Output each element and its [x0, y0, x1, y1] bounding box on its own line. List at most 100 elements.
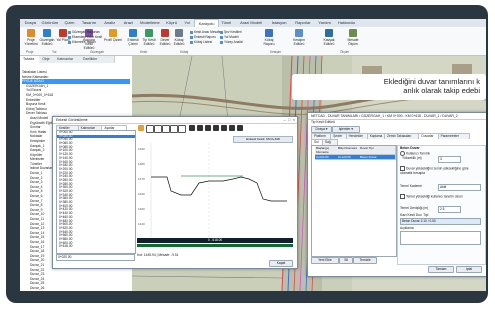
- settings-icon[interactable]: [229, 125, 235, 131]
- grid-header-cell: Bitiş Kilometre: [337, 146, 360, 155]
- menu-item[interactable]: Raporlar: [292, 19, 315, 27]
- window-controls: – □ ×: [284, 117, 295, 123]
- station-item[interactable]: 0+618.00: [57, 245, 135, 249]
- zoom-window-icon[interactable]: [170, 125, 178, 133]
- grid-cell[interactable]: 0+120.00: [337, 155, 360, 160]
- chainage-label: 0 - 618.00: [207, 238, 223, 242]
- wall-definition-window: NETCAD - DUVAR TANIMLARI / GÜZERGAH_1 / …: [307, 112, 486, 277]
- menu-item[interactable]: Tünel: [218, 19, 235, 27]
- ribbon-small-button[interactable]: Kesit Arası Mesafe: [190, 30, 221, 34]
- ribbon-group-label: Kesişim: [270, 50, 282, 54]
- ribbon-button[interactable]: Profil Çizimi: [104, 29, 122, 42]
- ribbon-small-label: Yol Modeli: [224, 35, 239, 39]
- next-icon[interactable]: [213, 125, 219, 131]
- station-list[interactable]: 0+000.00 0+020.00 0+040.00 0+060.00 0+080.00…: [56, 130, 136, 254]
- ribbon-button[interactable]: Kübaj Raporu: [260, 29, 278, 46]
- foundation-step-label: Temel Kademe: [400, 184, 422, 188]
- print-icon[interactable]: [237, 125, 243, 131]
- y-tick-label: 1490: [138, 147, 145, 151]
- description-field[interactable]: [400, 231, 481, 245]
- grid-header-cell: Duvar Tipi: [359, 146, 396, 155]
- ribbon-small-button[interactable]: Eksenlere Göre Kesit: [68, 35, 102, 39]
- menu-item[interactable]: Yol: [181, 19, 193, 27]
- ribbon-small-button[interactable]: Şev Kesitleri: [220, 30, 242, 34]
- wall-bottom-button[interactable]: Yeni Ekle: [311, 257, 339, 264]
- menu-item[interactable]: Görünüm: [40, 19, 61, 27]
- first-icon[interactable]: [189, 125, 195, 131]
- excavation-type-select[interactable]: Beton Duvar 1:10 / 0.50: [400, 218, 481, 225]
- section-plot: 1490 1480 1470 1460 1450 1440: [137, 143, 293, 237]
- refresh-icon[interactable]: [178, 125, 186, 133]
- menu-item[interactable]: Çizim: [61, 19, 78, 27]
- ribbon-button-icon: [59, 29, 67, 37]
- maximize-icon[interactable]: □: [288, 117, 290, 122]
- ribbon-small-button[interactable]: Kilometre Taşları: [68, 40, 96, 44]
- ribbon-button[interactable]: Kavşak Editörü: [320, 29, 338, 46]
- menu-item[interactable]: Arazi Modeli: [236, 19, 267, 27]
- last-icon[interactable]: [221, 125, 227, 131]
- height-field[interactable]: 3: [438, 156, 461, 163]
- foundation-height-checkbox[interactable]: Temel yüksekliği kullanıcı tanımlı olsun: [400, 194, 482, 199]
- wall-bottom-button[interactable]: Sil: [338, 257, 354, 264]
- wall-window-title: NETCAD - DUVAR TANIMLARI / GÜZERGAH_1 / …: [308, 113, 486, 120]
- ribbon-small-button[interactable]: Kübaj Listesi: [190, 40, 212, 44]
- zoom-in-icon[interactable]: [146, 125, 154, 133]
- zoom-extents-icon[interactable]: [162, 125, 170, 133]
- menu-item[interactable]: Karayolu: [194, 19, 219, 27]
- menu-item[interactable]: Yardım: [315, 19, 334, 27]
- menu-item[interactable]: Hakkında: [335, 19, 358, 27]
- grid-cell[interactable]: Beton Duvar: [359, 155, 396, 160]
- ribbon-small-icon: [68, 30, 71, 34]
- wall-tab[interactable]: Parametreler: [437, 133, 471, 139]
- ribbon-small-label: Yüzey Analizi: [224, 40, 243, 44]
- ok-button[interactable]: Tamam: [428, 266, 454, 273]
- ribbon-button-icon: [27, 29, 35, 37]
- ribbon-small-button[interactable]: Enkesit Raporu: [190, 35, 216, 39]
- auto-height-checkbox[interactable]: Duvar yüksekliğini zemin yüksekliğine gö…: [400, 166, 482, 175]
- wall-properties-panel: Beton Duvar Kullanıcı Tanımlı Yükseklik …: [397, 145, 486, 265]
- ground-line: [151, 176, 287, 202]
- zoom-out-icon[interactable]: [154, 125, 162, 133]
- foundation-step-select[interactable]: Aktif: [438, 184, 481, 191]
- ribbon-small-icon: [220, 30, 223, 34]
- wall-dropdown[interactable]: İşlemler ▾: [332, 126, 360, 133]
- wall-bottom-button[interactable]: Temizle: [353, 257, 377, 264]
- foundation-width-label: Temel Genişliği (m): [400, 206, 429, 210]
- cancel-button[interactable]: İptal: [456, 266, 482, 273]
- foundation-height-box[interactable]: [400, 194, 405, 199]
- menu-item[interactable]: Tasarım: [79, 19, 100, 27]
- ribbon-group-label: Kübaj: [180, 50, 189, 54]
- foundation-width-field[interactable]: 2.5: [438, 206, 461, 213]
- menu-item[interactable]: Modelleme: [138, 19, 163, 27]
- menu-item[interactable]: İstasyon: [268, 19, 291, 27]
- description-label: Açıklama: [400, 226, 414, 230]
- pan-icon[interactable]: [138, 125, 144, 131]
- chainage-progress[interactable]: [137, 244, 293, 247]
- promo-banner: Eklediğini duvar tanımlarını k anlık ola…: [292, 74, 486, 100]
- close-icon[interactable]: ×: [293, 117, 295, 122]
- ribbon-button[interactable]: Kübaj Editörü: [170, 29, 188, 46]
- ribbon-small-button[interactable]: Yüzey Analizi: [220, 40, 243, 44]
- left-panel-tab[interactable]: Özellikler: [79, 56, 115, 63]
- grid-cell[interactable]: 0+020.00: [315, 155, 338, 160]
- close-section-button[interactable]: Kapat: [269, 260, 293, 267]
- ribbon-button[interactable]: Mesafe Ölçüm: [344, 29, 362, 46]
- ribbon-group-label: Kesit: [140, 50, 148, 54]
- ribbon-small-icon: [190, 35, 193, 39]
- menu-item[interactable]: Arazi: [120, 19, 137, 27]
- station-field[interactable]: 0+020.00: [56, 254, 135, 261]
- menu-item[interactable]: Analiz: [100, 19, 119, 27]
- previous-icon[interactable]: [197, 125, 203, 131]
- legend-badge: Enkesit Kesiti: KM 0+618: [233, 136, 293, 143]
- ribbon-small-button[interactable]: Güzergah Raporları: [68, 30, 100, 34]
- ribbon-button[interactable]: Kesişim Editörü: [290, 29, 308, 46]
- tree-item[interactable]: Duvar_27: [22, 291, 130, 292]
- menu-item[interactable]: Dosya: [22, 19, 39, 27]
- wall-dropdown[interactable]: Dosya ▾: [311, 126, 332, 133]
- ribbon-small-label: Kesit Arası Mesafe: [194, 30, 221, 34]
- minimize-icon[interactable]: –: [284, 117, 286, 122]
- ribbon-group-label: Ölçüm: [340, 50, 350, 54]
- ribbon-small-button[interactable]: Yol Modeli: [220, 35, 239, 39]
- play-icon[interactable]: [205, 125, 211, 131]
- menu-item[interactable]: Köprü: [163, 19, 180, 27]
